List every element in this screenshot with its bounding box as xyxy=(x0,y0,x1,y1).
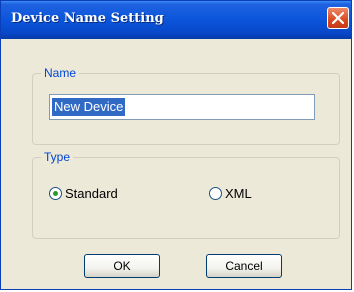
dialog-window: Device Name Setting Name New Device Type… xyxy=(0,0,352,290)
xml-radio[interactable]: XML xyxy=(209,186,252,201)
title-bar[interactable]: Device Name Setting xyxy=(1,1,351,39)
ok-button[interactable]: OK xyxy=(84,254,160,278)
radio-unchecked-icon xyxy=(209,187,222,200)
close-button[interactable] xyxy=(327,7,349,29)
device-name-value: New Device xyxy=(52,98,126,116)
name-group-label: Name xyxy=(41,66,80,80)
standard-radio[interactable]: Standard xyxy=(49,186,118,201)
standard-radio-label: Standard xyxy=(65,186,118,201)
window-title: Device Name Setting xyxy=(11,11,164,26)
dialog-body: Name New Device Type Standard XML OK Can… xyxy=(4,39,348,286)
type-groupbox: Type Standard XML xyxy=(32,150,340,239)
radio-checked-icon xyxy=(49,187,62,200)
type-group-label: Type xyxy=(41,150,74,164)
cancel-button[interactable]: Cancel xyxy=(206,254,282,278)
close-icon xyxy=(332,12,344,24)
xml-radio-label: XML xyxy=(225,186,252,201)
name-groupbox: Name New Device xyxy=(32,66,340,145)
device-name-input[interactable]: New Device xyxy=(49,94,315,120)
